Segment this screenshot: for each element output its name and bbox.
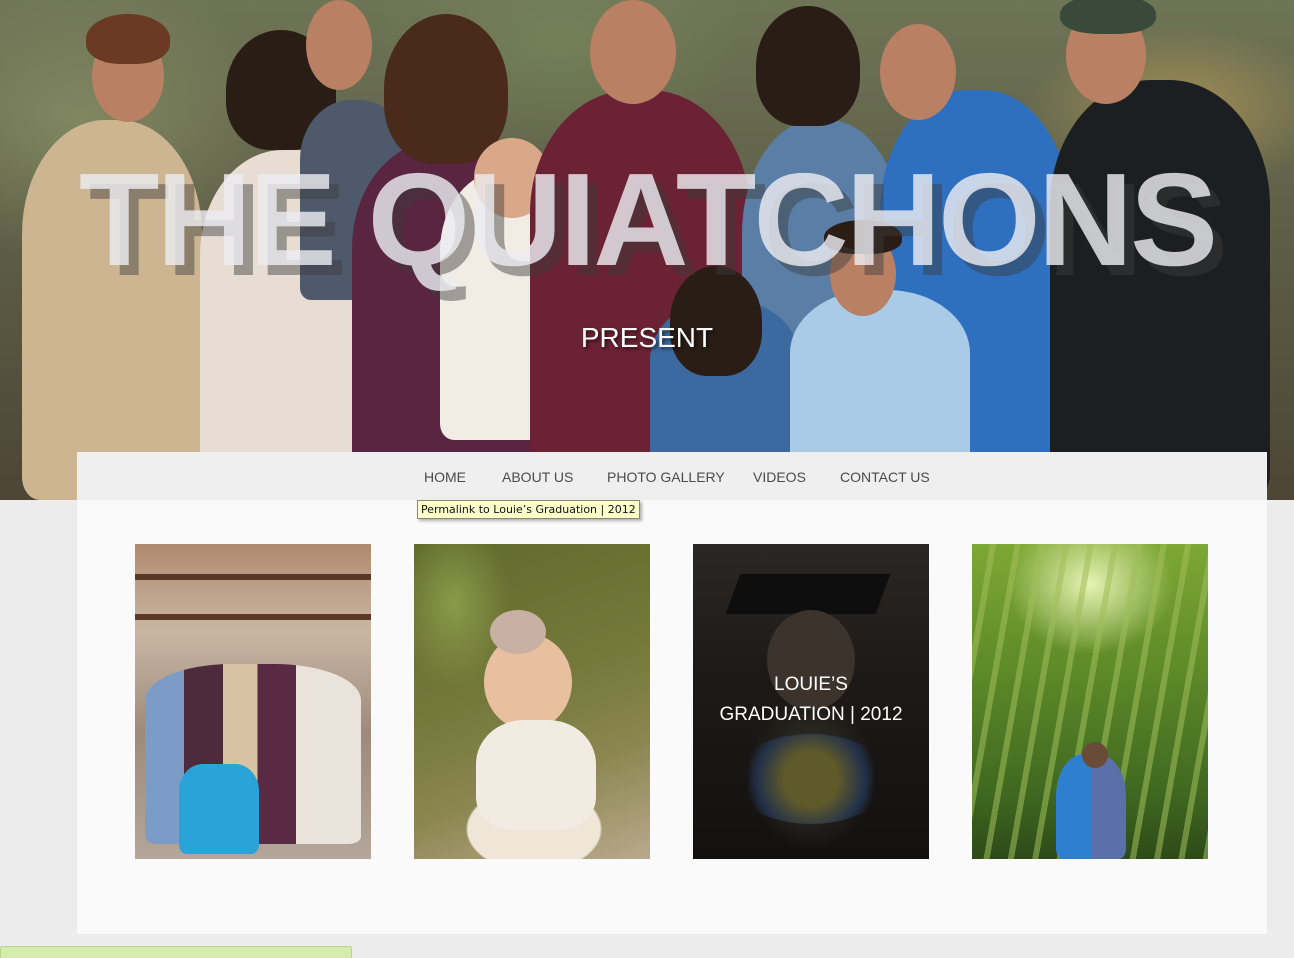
hero-banner: THE QUIATCHONS PRESENT [0, 0, 1294, 500]
hero-photo-hat [1060, 0, 1156, 34]
thumb-graduation-cap [725, 574, 891, 614]
hero-photo-hair [756, 6, 860, 126]
thumb-baby-body [476, 720, 596, 830]
hero-photo-hair [86, 14, 170, 64]
site-title: THE QUIATCHONS [78, 146, 1218, 293]
nav-item-photo-gallery[interactable]: PHOTO GALLERY [607, 469, 725, 485]
gallery-thumbnail-graduation[interactable]: LOUIE’S GRADUATION | 2012 [693, 544, 929, 859]
link-tooltip: Permalink to Louie’s Graduation | 2012 [417, 500, 640, 519]
nav-item-about-us[interactable]: ABOUT US [502, 469, 573, 485]
gallery-thumbnail-bamboo-couple[interactable] [972, 544, 1208, 859]
caption-line-2: GRADUATION | 2012 [719, 704, 903, 725]
main-navigation: HOME ABOUT US PHOTO GALLERY VIDEOS CONTA… [77, 452, 1267, 500]
hero-photo-face [590, 0, 676, 104]
thumb-couple-figure [1056, 754, 1126, 859]
gallery-thumbnail-family[interactable] [135, 544, 371, 859]
nav-item-home[interactable]: HOME [424, 469, 466, 485]
hero-photo-face [306, 0, 372, 90]
thumb-figure-dress [179, 764, 259, 854]
thumb-couple-heads [1082, 742, 1108, 768]
status-bar [0, 946, 352, 958]
thumb-baby-bow [490, 610, 546, 654]
thumb-graduation-lei [733, 734, 889, 824]
hero-photo-hair [384, 14, 508, 164]
caption-line-1: LOUIE’S [774, 674, 848, 695]
nav-item-contact-us[interactable]: CONTACT US [840, 469, 930, 485]
thumbnail-caption: LOUIE’S GRADUATION | 2012 [693, 670, 929, 730]
hero-photo-face [880, 24, 956, 120]
site-subtitle: PRESENT [580, 322, 714, 353]
gallery-thumbnail-baby[interactable] [414, 544, 650, 859]
nav-item-videos[interactable]: VIDEOS [753, 469, 806, 485]
